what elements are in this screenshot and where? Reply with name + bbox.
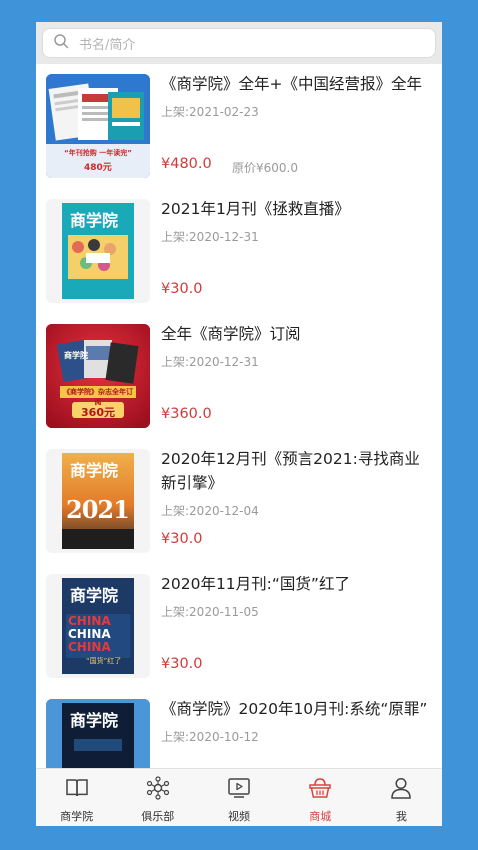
product-title[interactable]: 《商学院》2020年10月刊:系统“原罪” (161, 697, 433, 721)
cover-price-tag: 360元 (81, 406, 115, 419)
product-cover[interactable]: 商学院 《商学院》杂志全年订阅 360元 (46, 324, 150, 428)
tab-club[interactable]: 俱乐部 (117, 769, 198, 826)
book-icon (64, 775, 90, 805)
product-cover[interactable]: 商学院 2021 (46, 449, 150, 553)
cover-mini-masthead: 商学院 (64, 350, 88, 360)
cover-word-1: CHINA (68, 614, 111, 628)
product-item[interactable]: 商学院 《商学院》杂志全年订阅 360元 全年《商学院》订阅 上架:2020-1… (36, 314, 442, 439)
tab-mall[interactable]: 商城 (280, 769, 361, 826)
product-cover[interactable]: 商学院 CHINA CHINA CHINA “国货”红了 (46, 574, 150, 678)
product-date: 上架:2020-12-31 (161, 230, 259, 244)
bottom-tab-bar: 商学院 俱乐部 视频 商城 我 (36, 768, 442, 826)
product-cover[interactable]: 商学院 (46, 199, 150, 303)
product-title[interactable]: 全年《商学院》订阅 (161, 322, 433, 346)
cover-word-3: CHINA (68, 640, 111, 654)
video-icon (226, 775, 252, 805)
product-price: ¥30.0 (161, 531, 203, 547)
cover-masthead: 商学院 (70, 586, 119, 605)
tab-label: 商学院 (60, 810, 94, 823)
product-cover[interactable]: “年刊抢购 一年读完” 480元 (46, 74, 150, 178)
product-date: 上架:2020-12-04 (161, 504, 259, 518)
cover-banner: “年刊抢购 一年读完” (64, 149, 132, 157)
product-title[interactable]: 2020年12月刊《预言2021:寻找商业新引擎》 (161, 447, 433, 495)
person-icon (388, 775, 414, 805)
product-price: ¥360.0 (161, 406, 212, 422)
cover-caption: “国货”红了 (86, 657, 122, 665)
tab-me[interactable]: 我 (361, 769, 442, 826)
product-item[interactable]: 商学院 2021 2020年12月刊《预言2021:寻找商业新引擎》 上架:20… (36, 439, 442, 564)
tab-video[interactable]: 视频 (198, 769, 279, 826)
product-date: 上架:2020-11-05 (161, 605, 259, 619)
product-date: 上架:2021-02-23 (161, 105, 259, 119)
cover-word-2: CHINA (68, 627, 111, 641)
tab-label: 我 (395, 810, 407, 823)
product-item[interactable]: 商学院 2021年1月刊《拯救直播》 上架:2020-12-31 ¥30.0 (36, 189, 442, 314)
club-icon (145, 775, 171, 805)
phone-screen: 书名/简介 “年刊抢购 一年读完” 480元 《商学院》全年+《中国经营报》全年… (36, 22, 442, 826)
search-input[interactable]: 书名/简介 (42, 28, 436, 58)
product-date: 上架:2020-12-31 (161, 355, 259, 369)
product-title[interactable]: 2021年1月刊《拯救直播》 (161, 197, 433, 221)
product-original-price: 原价¥600.0 (232, 161, 298, 175)
product-cover[interactable]: 商学院 (46, 699, 150, 768)
tab-label: 商城 (309, 810, 332, 823)
product-item[interactable]: 商学院 《商学院》2020年10月刊:系统“原罪” 上架:2020-10-12 (36, 689, 442, 768)
cover-masthead: 商学院 (70, 211, 119, 230)
tab-business-school[interactable]: 商学院 (36, 769, 117, 826)
search-icon (53, 33, 69, 53)
product-list[interactable]: “年刊抢购 一年读完” 480元 《商学院》全年+《中国经营报》全年 上架:20… (36, 64, 442, 768)
product-price: ¥30.0 (161, 656, 203, 672)
product-item[interactable]: 商学院 CHINA CHINA CHINA “国货”红了 2020年11月刊:“… (36, 564, 442, 689)
basket-icon (307, 775, 333, 805)
tab-label: 视频 (228, 810, 250, 823)
product-price: ¥480.0 (161, 156, 212, 172)
product-date: 上架:2020-10-12 (161, 730, 259, 744)
search-bar: 书名/简介 (36, 22, 442, 64)
search-placeholder: 书名/简介 (79, 37, 136, 53)
cover-big-number: 2021 (66, 495, 130, 524)
product-item[interactable]: “年刊抢购 一年读完” 480元 《商学院》全年+《中国经营报》全年 上架:20… (36, 64, 442, 189)
cover-price-tag: 480元 (84, 163, 112, 173)
cover-masthead: 商学院 (70, 711, 119, 730)
product-title[interactable]: 《商学院》全年+《中国经营报》全年 (161, 72, 433, 96)
product-title[interactable]: 2020年11月刊:“国货”红了 (161, 572, 433, 596)
cover-masthead: 商学院 (70, 461, 119, 480)
product-price: ¥30.0 (161, 281, 203, 297)
tab-label: 俱乐部 (141, 810, 175, 823)
